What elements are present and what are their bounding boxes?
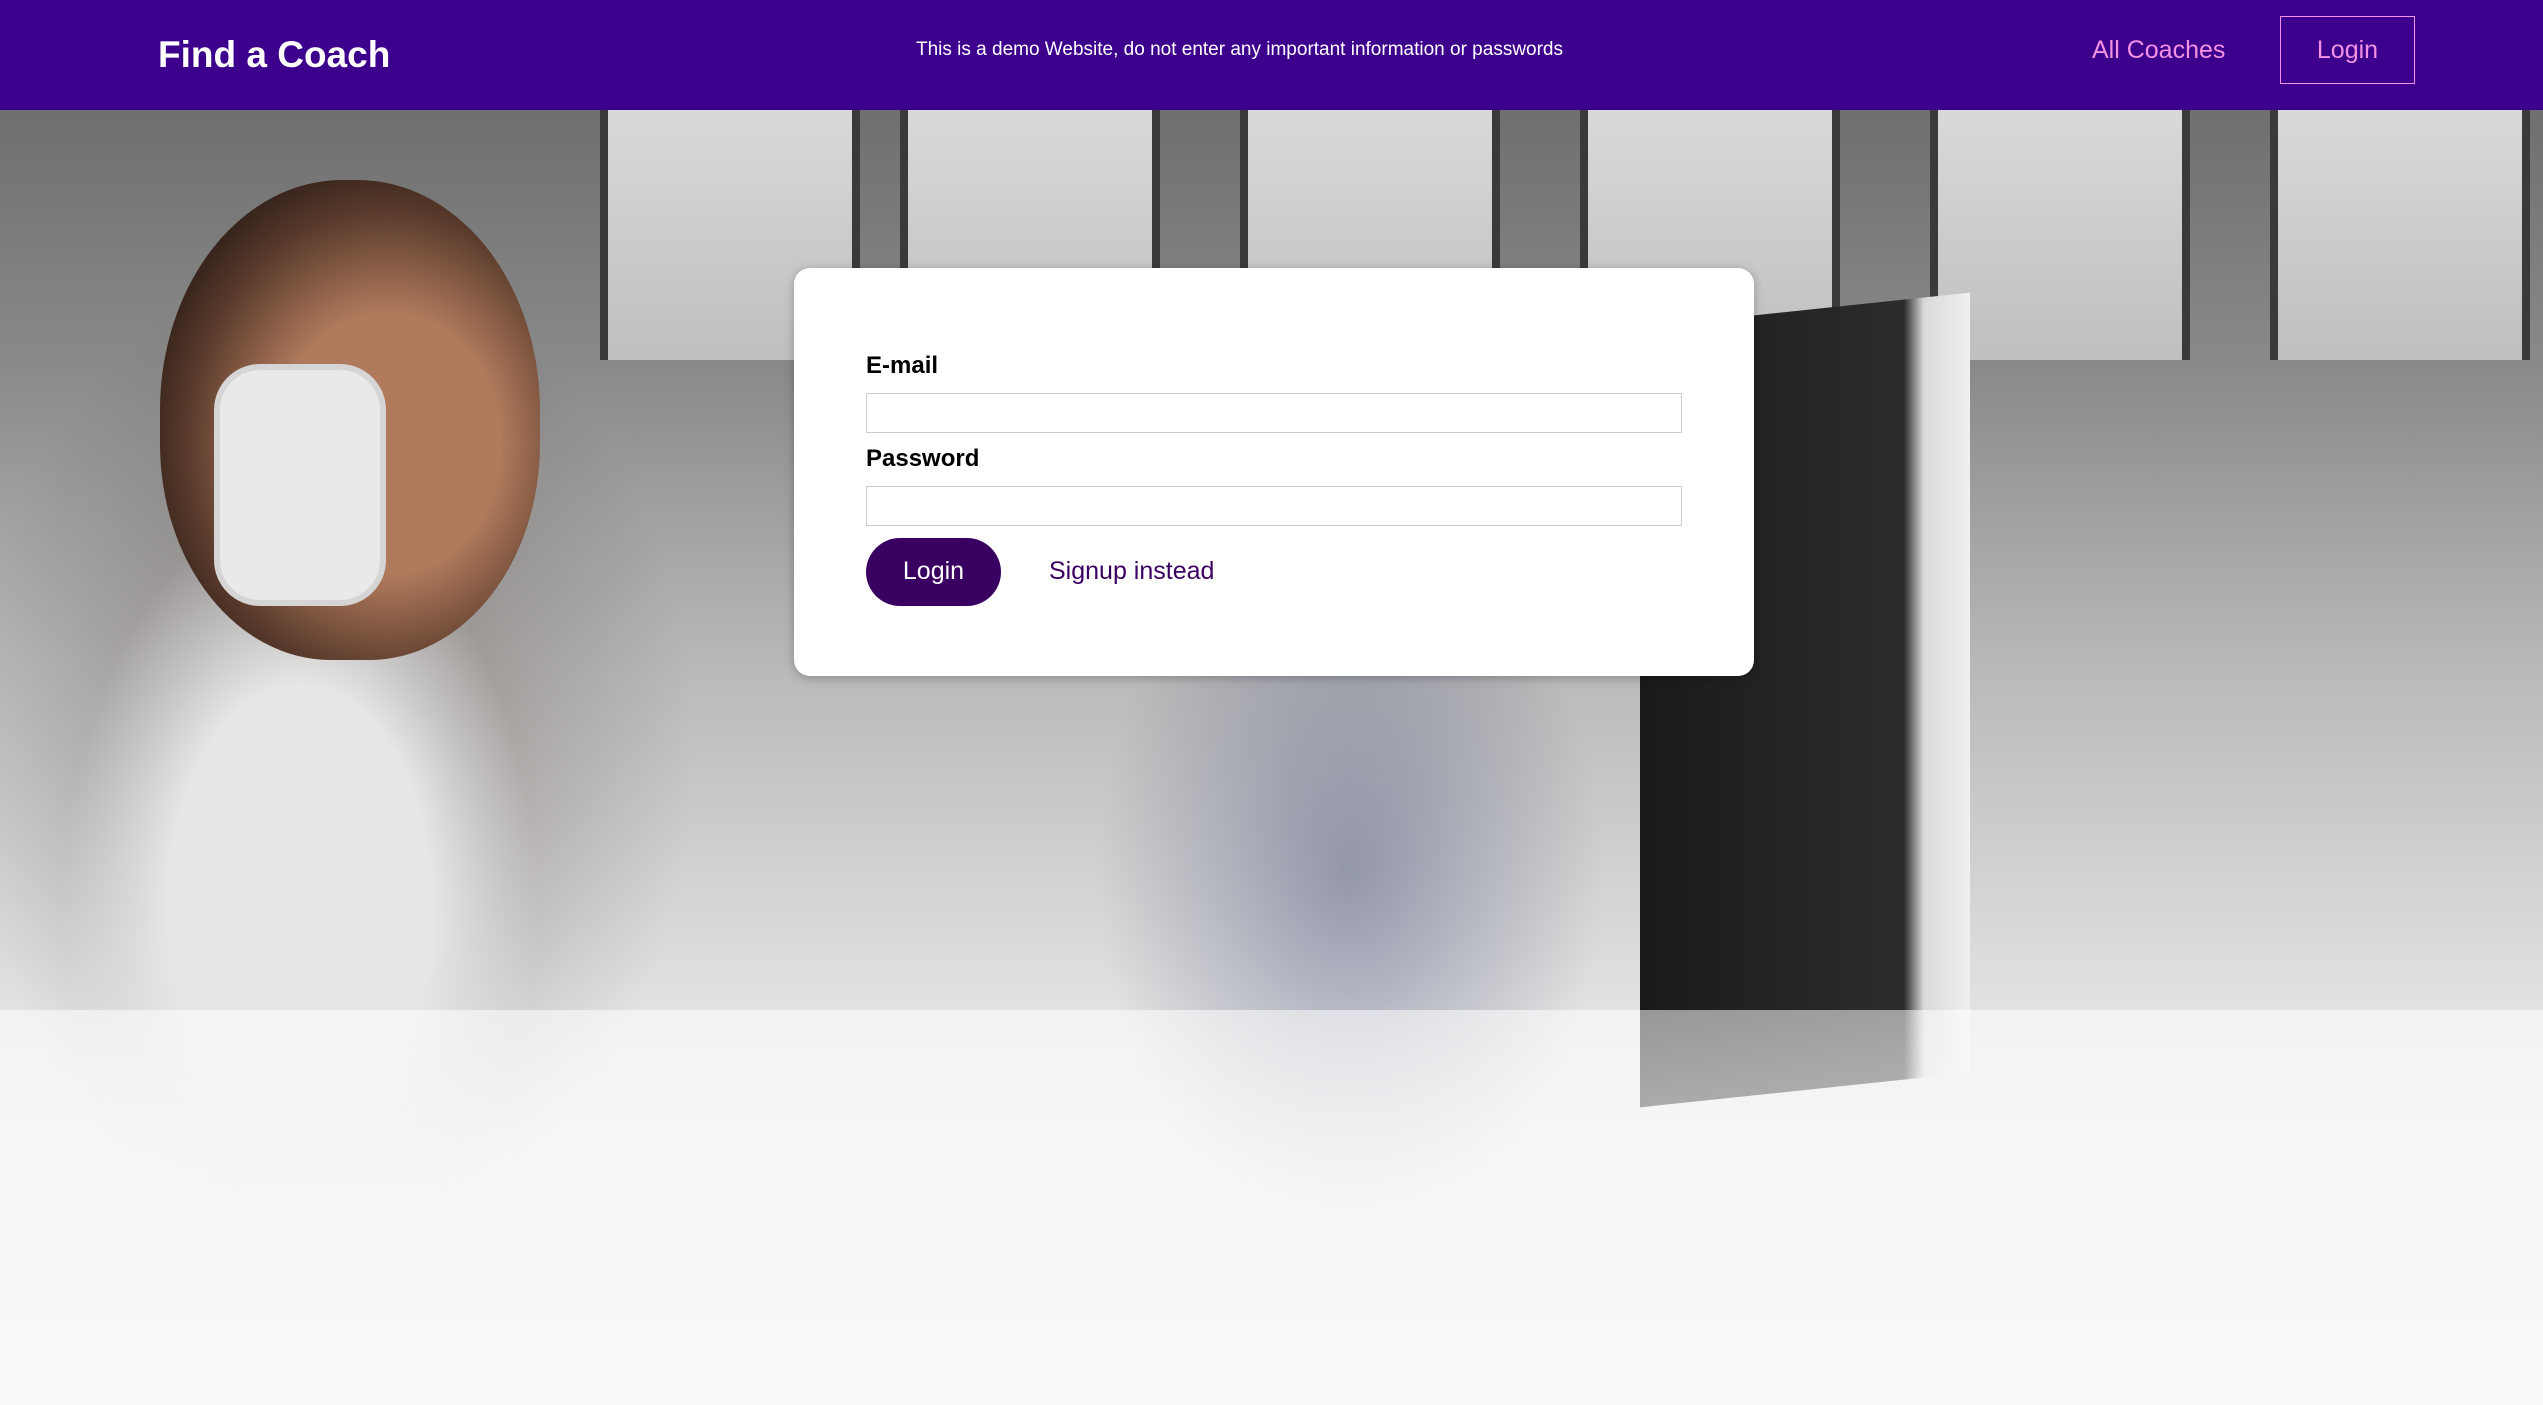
password-field[interactable] (866, 485, 1682, 526)
password-label: Password (866, 444, 980, 472)
signup-instead-button[interactable]: Signup instead (1049, 557, 1214, 586)
headphones (220, 370, 380, 600)
background-window (2270, 110, 2530, 360)
hero-background-image: E-mail Password Login Signup instead (0, 110, 2543, 1405)
site-header: Find a Coach This is a demo Website, do … (0, 0, 2543, 110)
nav-all-coaches[interactable]: All Coaches (2092, 0, 2225, 100)
email-field[interactable] (866, 392, 1682, 433)
nav-login-button[interactable]: Login (2280, 16, 2415, 84)
login-card: E-mail Password Login Signup instead (794, 268, 1754, 676)
form-actions: Login Signup instead (866, 537, 1682, 606)
desk (0, 1010, 2543, 1405)
login-submit-button[interactable]: Login (866, 537, 1001, 606)
email-label: E-mail (866, 352, 939, 379)
